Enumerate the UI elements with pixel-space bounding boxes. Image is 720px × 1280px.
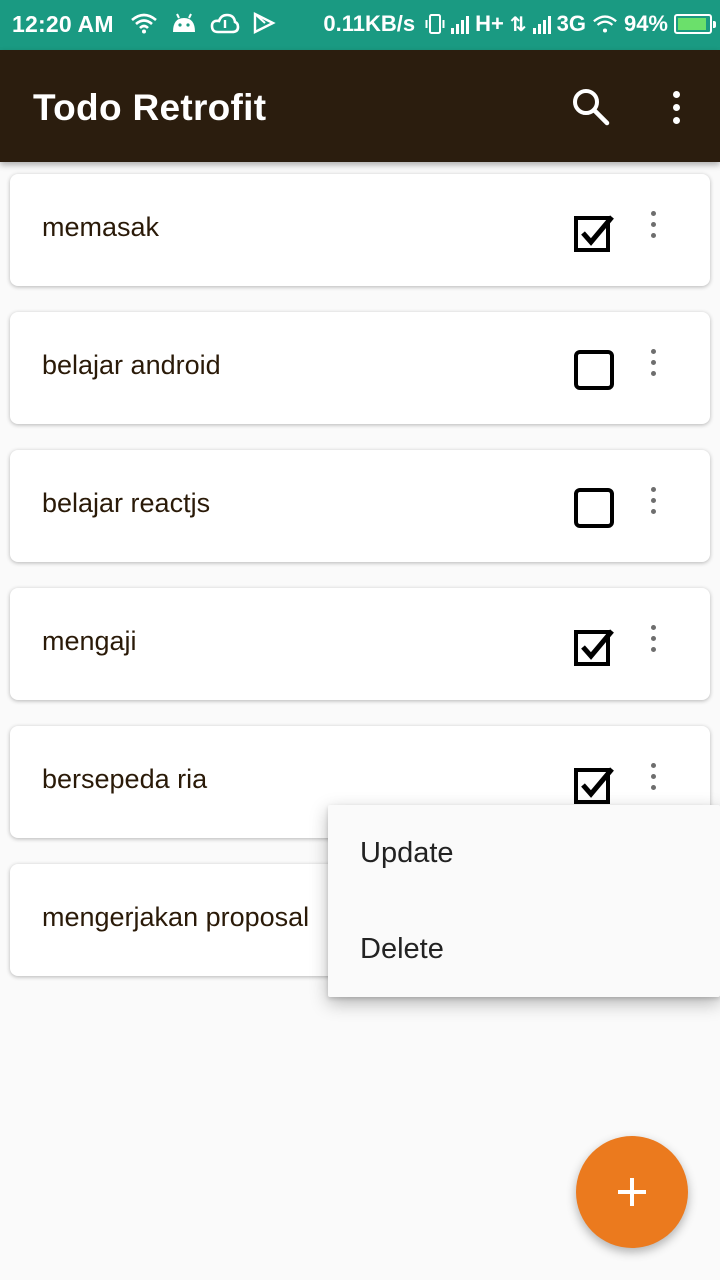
todo-card[interactable]: belajar reactjs [10, 450, 710, 562]
status-time: 12:20 AM [12, 11, 114, 37]
battery-level [678, 18, 706, 30]
checkbox-checked[interactable] [574, 764, 614, 804]
more-vert-icon [660, 86, 692, 128]
network-type-3g: 3G [556, 11, 586, 36]
checkbox-checked[interactable] [574, 626, 614, 666]
add-todo-button[interactable] [576, 1136, 688, 1248]
app-bar: Todo Retrofit [0, 50, 720, 162]
todo-title: belajar reactjs [42, 488, 211, 518]
checkbox-unchecked[interactable] [574, 488, 614, 528]
todo-more-button[interactable] [638, 480, 668, 520]
more-vert-icon [638, 204, 668, 244]
play-store-icon [253, 12, 276, 34]
battery-percent: 94% [623, 11, 668, 36]
todo-more-button[interactable] [638, 756, 668, 796]
todo-more-button[interactable] [638, 342, 668, 382]
search-button[interactable] [570, 86, 612, 128]
todo-card[interactable]: mengaji [10, 588, 710, 700]
signal-strength-2-icon [532, 14, 551, 34]
android-icon [173, 13, 195, 32]
overflow-menu-button[interactable] [660, 86, 692, 128]
todo-title: mengaji [42, 626, 137, 656]
todo-card[interactable]: memasak [10, 174, 710, 286]
todo-card[interactable]: belajar android [10, 312, 710, 424]
data-arrows-icon: ⇅ [509, 13, 527, 36]
todo-title: memasak [42, 212, 160, 242]
todo-more-button[interactable] [638, 618, 668, 658]
search-icon [573, 89, 610, 126]
network-type-h: H+ [475, 11, 504, 36]
todo-title: mengerjakan proposal [42, 902, 310, 932]
todo-title: belajar android [42, 350, 221, 380]
battery-icon [674, 14, 716, 34]
more-vert-icon [638, 618, 668, 658]
vibrate-icon [425, 14, 445, 34]
add-icon [618, 1178, 646, 1206]
notification-icons [130, 12, 276, 34]
more-vert-icon [638, 756, 668, 796]
app-title: Todo Retrofit [33, 87, 267, 128]
status-right: 0.11KB/s H+ ⇅ 3G 94% [323, 11, 716, 37]
menu-item-delete[interactable]: Delete [328, 901, 720, 997]
more-vert-icon [638, 480, 668, 520]
cloud-icon [210, 13, 240, 34]
todo-more-button[interactable] [638, 204, 668, 244]
wifi-2-icon [593, 15, 617, 33]
status-bar: 12:20 AM 0.11KB/s H+ ⇅ 3G 94% [0, 0, 720, 50]
more-vert-icon [638, 342, 668, 382]
popup-menu: Update Delete [328, 805, 720, 997]
menu-item-update[interactable]: Update [328, 805, 720, 901]
checkbox-checked[interactable] [574, 212, 614, 252]
signal-strength-icon [451, 14, 470, 34]
network-speed: 0.11KB/s [323, 11, 416, 36]
wifi-icon [131, 13, 157, 34]
checkbox-unchecked[interactable] [574, 350, 614, 390]
todo-title: bersepeda ria [42, 764, 208, 794]
